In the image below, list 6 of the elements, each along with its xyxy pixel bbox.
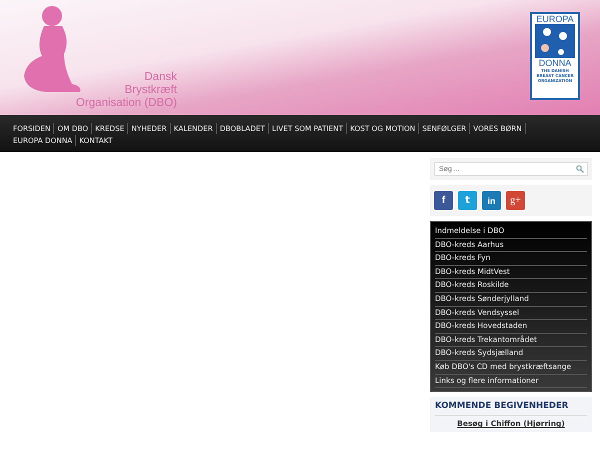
search-icon: [576, 165, 584, 173]
google-plus-button[interactable]: g+: [506, 191, 525, 210]
facebook-button[interactable]: f: [434, 191, 453, 210]
organisation-name: Dansk Brystkræft Organisation (DBO): [76, 71, 177, 110]
linkedin-button[interactable]: in: [482, 191, 501, 210]
events-heading: KOMMENDE BEGIVENHEDER: [435, 401, 587, 416]
